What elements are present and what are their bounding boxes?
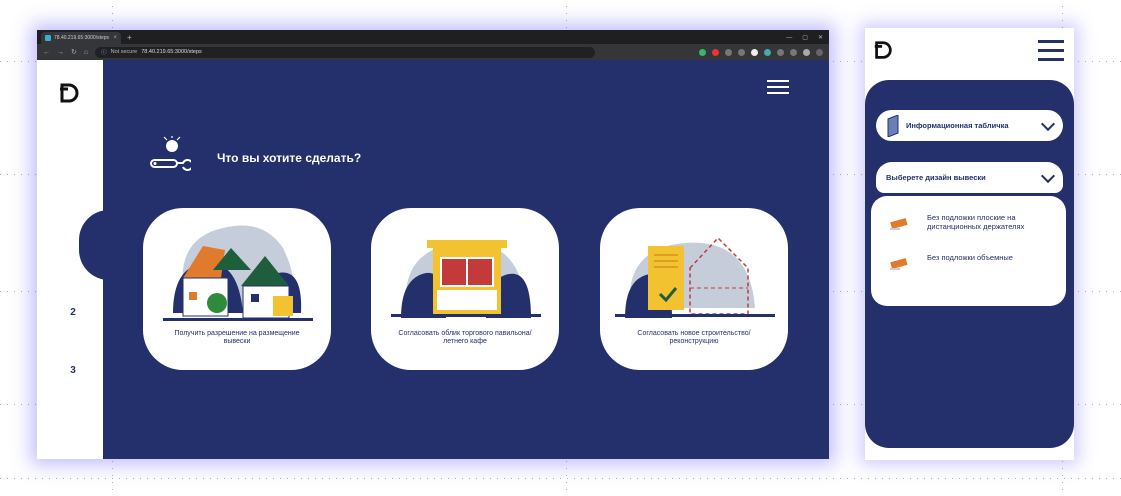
option-flat-standoff[interactable]: Без подложки плоские на дистанционных де… <box>889 213 1057 234</box>
select-plate-type[interactable]: Информационная табличка <box>876 110 1063 141</box>
logo-icon[interactable] <box>873 40 893 62</box>
option-volumetric[interactable]: Без подложки объемные <box>889 253 1057 274</box>
chevron-down-icon[interactable] <box>1040 116 1056 132</box>
extensions-bar <box>699 48 823 56</box>
mobile-view: Информационная табличка Выберете дизайн … <box>865 28 1074 460</box>
step-3[interactable]: 3 <box>58 365 88 376</box>
construction-illustration <box>615 236 775 318</box>
select-label: Информационная табличка <box>906 121 1009 130</box>
step-1[interactable]: 1 <box>58 241 88 252</box>
card-label: Получить разрешение на размещение вывеск… <box>174 330 300 345</box>
extension-icon[interactable] <box>725 48 732 56</box>
card-pavilion-cafe[interactable]: Согласовать облик торгового павильона/ле… <box>371 208 559 370</box>
tab-close-icon[interactable]: × <box>113 35 117 41</box>
back-icon[interactable]: ← <box>43 49 50 56</box>
card-construction[interactable]: Согласовать новое строительство/реконстр… <box>600 208 788 370</box>
tab-title: 78.40.219.65:3000/steps <box>54 35 110 41</box>
hamburger-menu-icon[interactable] <box>767 80 789 98</box>
steps-sidebar: 1 2 3 <box>37 60 139 459</box>
extension-icon[interactable] <box>738 48 745 56</box>
houses-illustration <box>163 225 313 321</box>
steps-page: 1 2 3 Что вы хотите сделать? Получить ра… <box>37 60 829 459</box>
page-question: Что вы хотите сделать? <box>217 151 362 165</box>
reload-icon[interactable]: ↻ <box>71 48 77 56</box>
extension-icon[interactable] <box>751 48 758 56</box>
tools-icon <box>150 136 191 171</box>
option-label: Без подложки объемные <box>927 253 1013 262</box>
close-window-icon[interactable]: ✕ <box>818 32 823 44</box>
mobile-panel: Информационная табличка Выберете дизайн … <box>865 80 1074 448</box>
new-tab-button[interactable]: + <box>127 32 132 44</box>
desktop-browser-window: 78.40.219.65:3000/steps × + — ▢ ✕ ← → ↻ … <box>37 30 829 459</box>
extension-icon[interactable] <box>699 48 706 56</box>
card-label: Согласовать облик торгового павильона/ле… <box>398 330 532 345</box>
profile-avatar[interactable] <box>803 48 810 56</box>
extension-icon[interactable] <box>790 48 797 56</box>
card-label: Согласовать новое строительство/реконстр… <box>637 330 751 345</box>
sign-thumbnail-icon <box>890 218 908 230</box>
browser-tab[interactable]: 78.40.219.65:3000/steps × <box>41 32 121 44</box>
info-icon: ⓘ <box>101 50 107 56</box>
option-label: Без подложки плоские на дистанционных де… <box>927 213 1025 231</box>
maximize-icon[interactable]: ▢ <box>802 32 808 44</box>
forward-icon[interactable]: → <box>57 49 64 56</box>
not-secure-label: Not secure <box>110 49 138 55</box>
minimize-icon[interactable]: — <box>786 32 792 44</box>
chevron-down-icon[interactable] <box>1040 168 1056 184</box>
extension-icon[interactable] <box>712 48 719 56</box>
favicon-icon <box>45 35 51 41</box>
address-bar-row: ← → ↻ ⌂ ⓘ Not secure 78.40.219.65:3000/s… <box>37 44 829 60</box>
card-signage-permit[interactable]: Получить разрешение на размещение вывеск… <box>143 208 331 370</box>
design-options-list: Без подложки плоские на дистанционных де… <box>871 196 1066 306</box>
url-text: 78.40.219.65:3000/steps <box>141 49 202 55</box>
hamburger-menu-icon[interactable] <box>1038 40 1064 67</box>
kiosk-illustration <box>391 240 541 318</box>
menu-icon[interactable] <box>816 48 823 56</box>
extension-icon[interactable] <box>764 48 771 56</box>
sign-thumbnail-icon <box>890 258 908 270</box>
browser-tab-bar: 78.40.219.65:3000/steps × + — ▢ ✕ <box>37 30 829 44</box>
plate-icon <box>887 114 899 137</box>
extension-icon[interactable] <box>777 48 784 56</box>
select-label: Выберете дизайн вывески <box>886 173 986 182</box>
select-design[interactable]: Выберете дизайн вывески <box>876 162 1063 193</box>
logo-icon[interactable] <box>59 82 79 106</box>
active-step-notch <box>79 210 139 280</box>
step-2[interactable]: 2 <box>58 307 88 318</box>
url-input[interactable]: ⓘ Not secure 78.40.219.65:3000/steps <box>95 46 596 58</box>
home-icon[interactable]: ⌂ <box>84 49 88 56</box>
